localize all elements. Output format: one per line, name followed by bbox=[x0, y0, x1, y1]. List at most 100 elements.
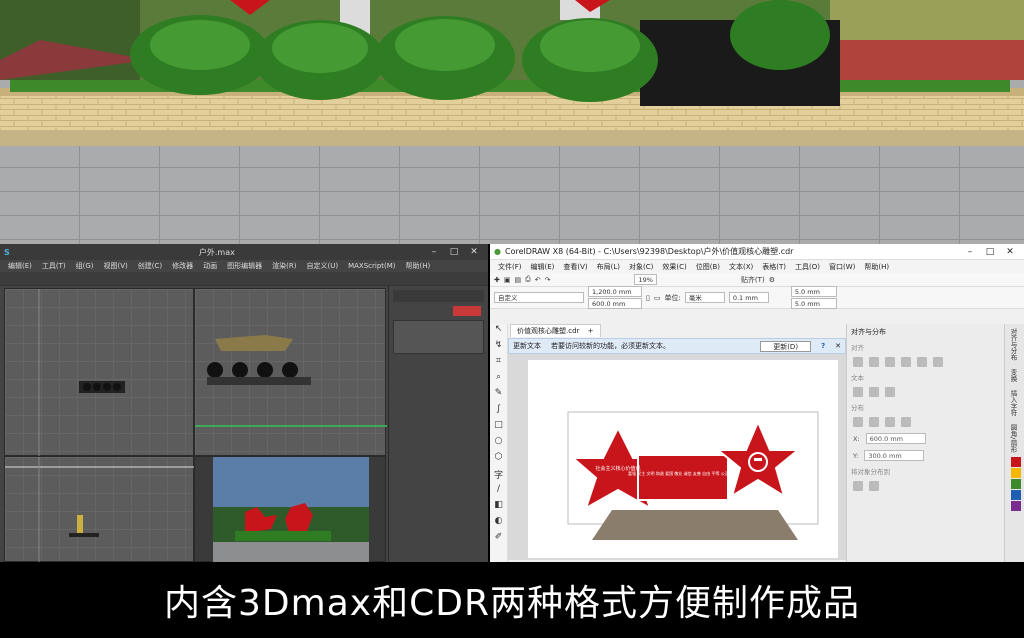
distribute-right-icon[interactable] bbox=[885, 417, 895, 427]
align-middle-icon[interactable] bbox=[917, 357, 927, 367]
max-menu-create[interactable]: 创建(C) bbox=[138, 261, 162, 271]
spacing-horizontal-icon[interactable] bbox=[853, 481, 863, 491]
close-icon[interactable]: ✕ bbox=[1000, 247, 1020, 257]
page-preset-select[interactable]: 自定义 bbox=[494, 292, 584, 303]
viewport-left[interactable] bbox=[4, 456, 195, 562]
cdr-menu-object[interactable]: 对象(C) bbox=[629, 262, 653, 272]
text-last-line-icon[interactable] bbox=[869, 387, 879, 397]
settings-icon[interactable]: ⚙ bbox=[769, 276, 775, 284]
artistic-media-icon[interactable]: ∫ bbox=[490, 404, 507, 420]
side-tab-transform[interactable]: 变换 bbox=[1005, 365, 1021, 386]
update-button[interactable]: 更新(D) bbox=[760, 340, 812, 352]
shape-tool-icon[interactable]: ↯ bbox=[490, 340, 507, 356]
palette-blue-swatch[interactable] bbox=[1011, 489, 1021, 500]
distribute-center-icon[interactable] bbox=[869, 417, 879, 427]
docker-x-field[interactable]: 600.0 mm bbox=[865, 433, 926, 444]
document-tab[interactable]: 价值观核心雕塑.cdr + bbox=[510, 324, 601, 337]
max-menu-tools[interactable]: 工具(T) bbox=[42, 261, 66, 271]
snap-label[interactable]: 贴齐(T) bbox=[741, 275, 765, 285]
eyedropper-tool-icon[interactable]: ✐ bbox=[490, 532, 507, 548]
maximize-icon[interactable]: □ bbox=[980, 247, 1000, 257]
portrait-icon[interactable]: ▯ bbox=[646, 294, 650, 302]
dropshadow-tool-icon[interactable]: ◧ bbox=[490, 500, 507, 516]
max-menu-modifiers[interactable]: 修改器 bbox=[172, 261, 193, 271]
zoom-field[interactable]: 19% bbox=[634, 274, 657, 285]
max-menu-render[interactable]: 渲染(R) bbox=[272, 261, 296, 271]
max-menu-view[interactable]: 视图(V) bbox=[104, 261, 128, 271]
minimize-icon[interactable]: – bbox=[424, 247, 444, 257]
cdr-menu-bitmaps[interactable]: 位图(B) bbox=[696, 262, 720, 272]
new-icon[interactable]: ✚ bbox=[494, 276, 500, 284]
save-icon[interactable]: ▤ bbox=[515, 276, 522, 284]
max-main-toolbar[interactable] bbox=[0, 272, 488, 286]
duplicate-x-field[interactable]: 5.0 mm bbox=[790, 286, 837, 297]
align-top-icon[interactable] bbox=[901, 357, 911, 367]
close-notice-icon[interactable]: ✕ bbox=[835, 342, 841, 350]
cdr-menu-table[interactable]: 表格(T) bbox=[762, 262, 786, 272]
align-center-icon[interactable] bbox=[869, 357, 879, 367]
ellipse-tool-icon[interactable]: ○ bbox=[490, 436, 507, 452]
max-menu-customize[interactable]: 自定义(U) bbox=[306, 261, 338, 271]
transparency-tool-icon[interactable]: ◐ bbox=[490, 516, 507, 532]
cdr-menu-effects[interactable]: 效果(C) bbox=[662, 262, 686, 272]
undo-icon[interactable]: ↶ bbox=[535, 276, 541, 284]
help-icon[interactable]: ? bbox=[821, 342, 825, 350]
side-tab-insert-char[interactable]: 插入字符 bbox=[1005, 386, 1021, 420]
max-menu-maxscript[interactable]: MAXScript(M) bbox=[348, 262, 395, 270]
cdr-menu-view[interactable]: 查看(V) bbox=[563, 262, 587, 272]
redo-icon[interactable]: ↷ bbox=[545, 276, 551, 284]
max-menu-graph[interactable]: 图形编辑器 bbox=[227, 261, 262, 271]
cdr-menu-layout[interactable]: 布局(L) bbox=[597, 262, 620, 272]
zoom-tool-icon[interactable]: ⌕ bbox=[490, 372, 507, 388]
add-tab-icon[interactable]: + bbox=[588, 327, 594, 335]
cdr-menu-tools[interactable]: 工具(O) bbox=[795, 262, 820, 272]
pick-tool-icon[interactable]: ↖ bbox=[490, 324, 507, 340]
nudge-field[interactable]: 0.1 mm bbox=[728, 292, 769, 303]
open-icon[interactable]: ▣ bbox=[504, 276, 511, 284]
rectangle-tool-icon[interactable]: □ bbox=[490, 420, 507, 436]
minimize-icon[interactable]: – bbox=[960, 247, 980, 257]
text-tool-icon[interactable]: 字 bbox=[490, 468, 507, 484]
spacing-vertical-icon[interactable] bbox=[869, 481, 879, 491]
palette-green-swatch[interactable] bbox=[1011, 478, 1021, 489]
cdr-menu-help[interactable]: 帮助(H) bbox=[864, 262, 889, 272]
palette-red-swatch[interactable] bbox=[1011, 456, 1021, 467]
print-icon[interactable]: ⎙ bbox=[525, 275, 531, 284]
docker-y-field[interactable]: 300.0 mm bbox=[864, 450, 925, 461]
crop-tool-icon[interactable]: ⌗ bbox=[490, 356, 507, 372]
landscape-icon[interactable]: ▭ bbox=[654, 294, 661, 302]
duplicate-y-field[interactable]: 5.0 mm bbox=[790, 298, 837, 309]
palette-purple-swatch[interactable] bbox=[1011, 500, 1021, 511]
palette-yellow-swatch[interactable] bbox=[1011, 467, 1021, 478]
side-tab-align[interactable]: 对齐与分布 bbox=[1005, 324, 1021, 365]
close-icon[interactable]: ✕ bbox=[464, 247, 484, 257]
polygon-tool-icon[interactable]: ⬡ bbox=[490, 452, 507, 468]
page-height-field[interactable]: 600.0 mm bbox=[588, 298, 642, 309]
max-menu-animation[interactable]: 动画 bbox=[203, 261, 217, 271]
viewport-top[interactable] bbox=[4, 288, 194, 457]
cdr-menu-text[interactable]: 文本(X) bbox=[729, 262, 753, 272]
text-first-line-icon[interactable] bbox=[853, 387, 863, 397]
align-right-icon[interactable] bbox=[885, 357, 895, 367]
distribute-spacing-icon[interactable] bbox=[901, 417, 911, 427]
align-left-icon[interactable] bbox=[853, 357, 863, 367]
max-command-panel[interactable] bbox=[388, 286, 488, 562]
maximize-icon[interactable]: □ bbox=[444, 247, 464, 257]
max-menu-help[interactable]: 帮助(H) bbox=[406, 261, 431, 271]
unit-select[interactable]: 毫米 bbox=[684, 292, 725, 303]
freehand-tool-icon[interactable]: ✎ bbox=[490, 388, 507, 404]
drawing-canvas[interactable]: 社会主义核心价值观 富强 民主 文明 和谐 爱国 敬业 诚信 友善 自由 平等 … bbox=[508, 354, 846, 560]
cdr-menu-window[interactable]: 窗口(W) bbox=[829, 262, 855, 272]
viewport-perspective[interactable] bbox=[194, 456, 386, 562]
viewport-front[interactable] bbox=[168, 288, 387, 456]
max-menu-group[interactable]: 组(G) bbox=[76, 261, 94, 271]
distribute-left-icon[interactable] bbox=[853, 417, 863, 427]
side-tab-fillet[interactable]: 圆角/扇形 bbox=[1005, 420, 1021, 456]
connector-tool-icon[interactable]: ∕ bbox=[490, 484, 507, 500]
text-baseline-icon[interactable] bbox=[885, 387, 895, 397]
max-menu-edit[interactable]: 编辑(E) bbox=[8, 261, 32, 271]
cdr-menu-edit[interactable]: 编辑(E) bbox=[531, 262, 555, 272]
page-width-field[interactable]: 1,200.0 mm bbox=[588, 286, 642, 297]
align-bottom-icon[interactable] bbox=[933, 357, 943, 367]
cdr-menu-file[interactable]: 文件(F) bbox=[498, 262, 522, 272]
